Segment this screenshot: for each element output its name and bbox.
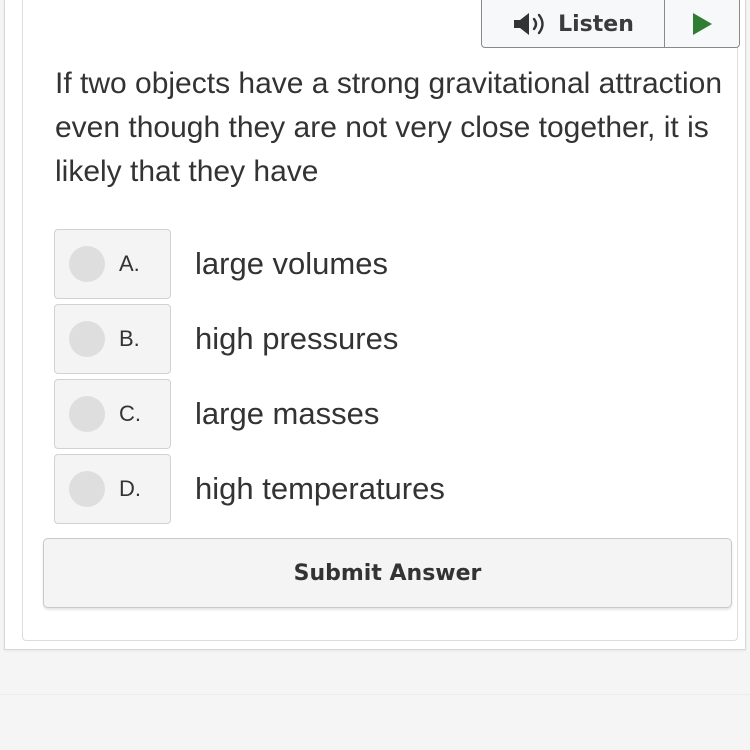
divider <box>0 694 750 695</box>
speaker-icon <box>514 13 544 35</box>
option-text: large masses <box>195 396 380 431</box>
option-text: large volumes <box>195 246 388 281</box>
radio-button[interactable] <box>69 471 105 507</box>
option-a[interactable]: A. large volumes <box>54 229 714 299</box>
question-text: If two objects have a strong gravitation… <box>55 67 723 188</box>
submit-answer-button[interactable]: Submit Answer <box>43 538 732 608</box>
option-b[interactable]: B. high pressures <box>54 304 714 374</box>
radio-button[interactable] <box>69 246 105 282</box>
listen-toolbar: Listen <box>481 0 740 48</box>
option-d[interactable]: D. high temperatures <box>54 454 714 524</box>
play-icon <box>693 13 712 35</box>
listen-label: Listen <box>558 11 634 37</box>
option-letter: B. <box>119 326 140 351</box>
play-button[interactable] <box>665 0 739 47</box>
option-tile[interactable]: B. <box>54 304 171 374</box>
option-letter: D. <box>119 476 141 501</box>
option-text: high pressures <box>195 321 399 356</box>
option-tile[interactable]: C. <box>54 379 171 449</box>
listen-button[interactable]: Listen <box>482 0 664 47</box>
radio-button[interactable] <box>69 396 105 432</box>
radio-button[interactable] <box>69 321 105 357</box>
option-tile[interactable]: A. <box>54 229 171 299</box>
option-text: high temperatures <box>195 471 445 506</box>
option-letter: C. <box>119 401 141 426</box>
option-letter: A. <box>119 251 140 276</box>
option-tile[interactable]: D. <box>54 454 171 524</box>
option-c[interactable]: C. large masses <box>54 379 714 449</box>
